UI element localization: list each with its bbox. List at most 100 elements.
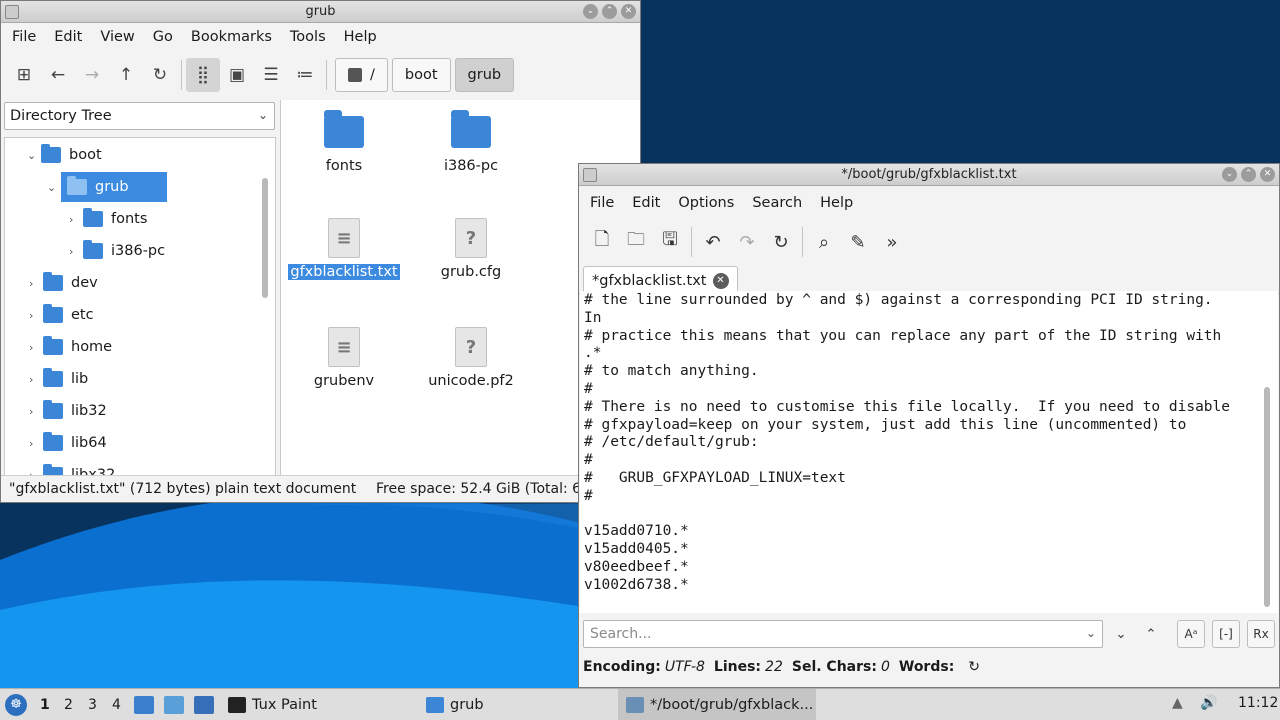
menu-go[interactable]: Go (144, 29, 182, 45)
tree-item-lib[interactable]: › lib (29, 364, 88, 394)
tree-item-dev[interactable]: › dev (29, 268, 98, 298)
clock[interactable]: 11:12 (1238, 695, 1278, 711)
task-editor[interactable]: */boot/grub/gfxblack... (618, 689, 816, 720)
breadcrumb-root[interactable]: / (335, 58, 388, 92)
collapsed-arrow-icon[interactable]: › (29, 341, 43, 354)
compact-view-icon[interactable]: ☰ (254, 58, 288, 92)
menu-edit[interactable]: Edit (623, 195, 669, 211)
breadcrumb-boot[interactable]: boot (391, 58, 451, 92)
open-folder-icon[interactable]: 🗀 (619, 225, 653, 259)
find-icon[interactable]: ⌕ (807, 225, 841, 259)
file-manager-app-icon[interactable] (5, 5, 19, 19)
more-icon[interactable]: » (875, 225, 909, 259)
collapsed-arrow-icon[interactable]: › (69, 213, 83, 226)
minimize-icon[interactable]: ⌄ (1222, 167, 1237, 182)
chevron-down-icon[interactable]: ⌄ (1086, 626, 1096, 640)
collapsed-arrow-icon[interactable]: › (29, 373, 43, 386)
save-icon[interactable]: 🖫 (653, 225, 687, 259)
editor-text-area[interactable]: # the line surrounded by ^ and $) agains… (580, 291, 1278, 613)
tree-item-i386-pc[interactable]: › i386-pc (69, 236, 165, 266)
tree-item-lib64[interactable]: › lib64 (29, 428, 107, 458)
new-tab-icon[interactable]: ⊞ (7, 58, 41, 92)
tree-item-grub[interactable]: ⌄ grub (47, 172, 167, 202)
editor-titlebar[interactable]: */boot/grub/gfxblacklist.txt ⌄ ⌃ ✕ (579, 164, 1279, 186)
reload-icon[interactable]: ↻ (143, 58, 177, 92)
file-manager-titlebar[interactable]: grub ⌄ ⌃ ✕ (1, 1, 640, 23)
tree-scrollbar[interactable] (262, 178, 268, 298)
minimize-icon[interactable]: ⌄ (583, 4, 598, 19)
search-input[interactable]: Search... ⌄ (583, 620, 1103, 648)
workspace-1[interactable]: 1 (40, 697, 50, 713)
menu-help[interactable]: Help (335, 29, 386, 45)
collapsed-arrow-icon[interactable]: › (29, 437, 43, 450)
collapsed-arrow-icon[interactable]: › (29, 277, 43, 290)
editor-app-icon[interactable] (583, 168, 597, 182)
tux-paint-icon (228, 697, 246, 713)
file-item-i386-pc[interactable]: i386-pc (411, 108, 531, 174)
side-pane-mode-select[interactable]: Directory Tree ⌄ (4, 102, 275, 130)
close-icon[interactable]: ✕ (621, 4, 636, 19)
file-item-grubenv[interactable]: ≡ grubenv (284, 327, 404, 389)
back-icon[interactable]: ← (41, 58, 75, 92)
file-manager-launcher-icon[interactable] (134, 696, 154, 714)
menu-help[interactable]: Help (811, 195, 862, 211)
file-item-grub-cfg[interactable]: ? grub.cfg (411, 218, 531, 280)
menu-view[interactable]: View (91, 29, 143, 45)
menu-edit[interactable]: Edit (45, 29, 91, 45)
redo-icon[interactable]: ↷ (730, 225, 764, 259)
tree-item-fonts[interactable]: › fonts (69, 204, 147, 234)
collapsed-arrow-icon[interactable]: › (69, 245, 83, 258)
volume-icon[interactable]: 🔊 (1200, 695, 1217, 711)
lines-label: Lines: (713, 659, 762, 675)
workspace-4[interactable]: 4 (112, 697, 121, 713)
collapsed-arrow-icon[interactable]: › (29, 309, 43, 322)
workspace-2[interactable]: 2 (64, 697, 73, 713)
file-item-label: i386-pc (443, 158, 499, 174)
start-menu-icon[interactable]: ☸ (5, 694, 27, 716)
regex-icon[interactable]: Rx (1247, 620, 1275, 648)
image-viewer-launcher-icon[interactable] (164, 696, 184, 714)
expanded-arrow-icon[interactable]: ⌄ (47, 181, 61, 194)
find-replace-icon[interactable]: ✎ (841, 225, 875, 259)
tree-item-etc[interactable]: › etc (29, 300, 94, 330)
expanded-arrow-icon[interactable]: ⌄ (27, 149, 41, 162)
word-count-refresh-icon[interactable]: ↻ (968, 659, 980, 675)
find-next-icon[interactable]: ⌄ (1107, 620, 1135, 648)
menu-file[interactable]: File (581, 195, 623, 211)
tab-close-icon[interactable]: ✕ (712, 273, 729, 289)
close-icon[interactable]: ✕ (1260, 167, 1275, 182)
menu-options[interactable]: Options (669, 195, 743, 211)
task-tux-paint[interactable]: Tux Paint (224, 689, 325, 720)
whole-word-icon[interactable]: [-] (1212, 620, 1240, 648)
file-item-fonts[interactable]: fonts (284, 108, 404, 174)
workspace-3[interactable]: 3 (88, 697, 97, 713)
menu-search[interactable]: Search (743, 195, 811, 211)
new-file-icon[interactable]: 🗋 (585, 225, 619, 259)
task-grub[interactable]: grub (420, 689, 492, 720)
menu-tools[interactable]: Tools (281, 29, 335, 45)
tray-arrow-icon[interactable]: ▲ (1172, 695, 1183, 711)
breadcrumb-grub[interactable]: grub (454, 58, 515, 92)
icon-view-icon[interactable]: ⣿ (186, 58, 220, 92)
maximize-icon[interactable]: ⌃ (1241, 167, 1256, 182)
find-previous-icon[interactable]: ⌃ (1137, 620, 1165, 648)
desktop-launcher-icon[interactable] (194, 696, 214, 714)
tree-item-lib32[interactable]: › lib32 (29, 396, 107, 426)
forward-icon[interactable]: → (75, 58, 109, 92)
up-icon[interactable]: ↑ (109, 58, 143, 92)
menu-bookmarks[interactable]: Bookmarks (182, 29, 281, 45)
tree-item-boot[interactable]: ⌄ boot (27, 140, 102, 170)
thumbnail-view-icon[interactable]: ▣ (220, 58, 254, 92)
file-item-unicode-pf2[interactable]: ? unicode.pf2 (411, 327, 531, 389)
tree-item-home[interactable]: › home (29, 332, 112, 362)
match-case-icon[interactable]: Aᵃ (1177, 620, 1205, 648)
detailed-list-icon[interactable]: ≔ (288, 58, 322, 92)
menu-file[interactable]: File (3, 29, 45, 45)
file-item-gfxblacklist[interactable]: ≡ gfxblacklist.txt (284, 218, 404, 280)
editor-scrollbar[interactable] (1264, 387, 1270, 607)
undo-icon[interactable]: ↶ (696, 225, 730, 259)
directory-tree[interactable]: ⌄ boot ⌄ grub › fonts › i386-pc › dev › … (4, 137, 276, 477)
reload-icon[interactable]: ↻ (764, 225, 798, 259)
maximize-icon[interactable]: ⌃ (602, 4, 617, 19)
collapsed-arrow-icon[interactable]: › (29, 405, 43, 418)
